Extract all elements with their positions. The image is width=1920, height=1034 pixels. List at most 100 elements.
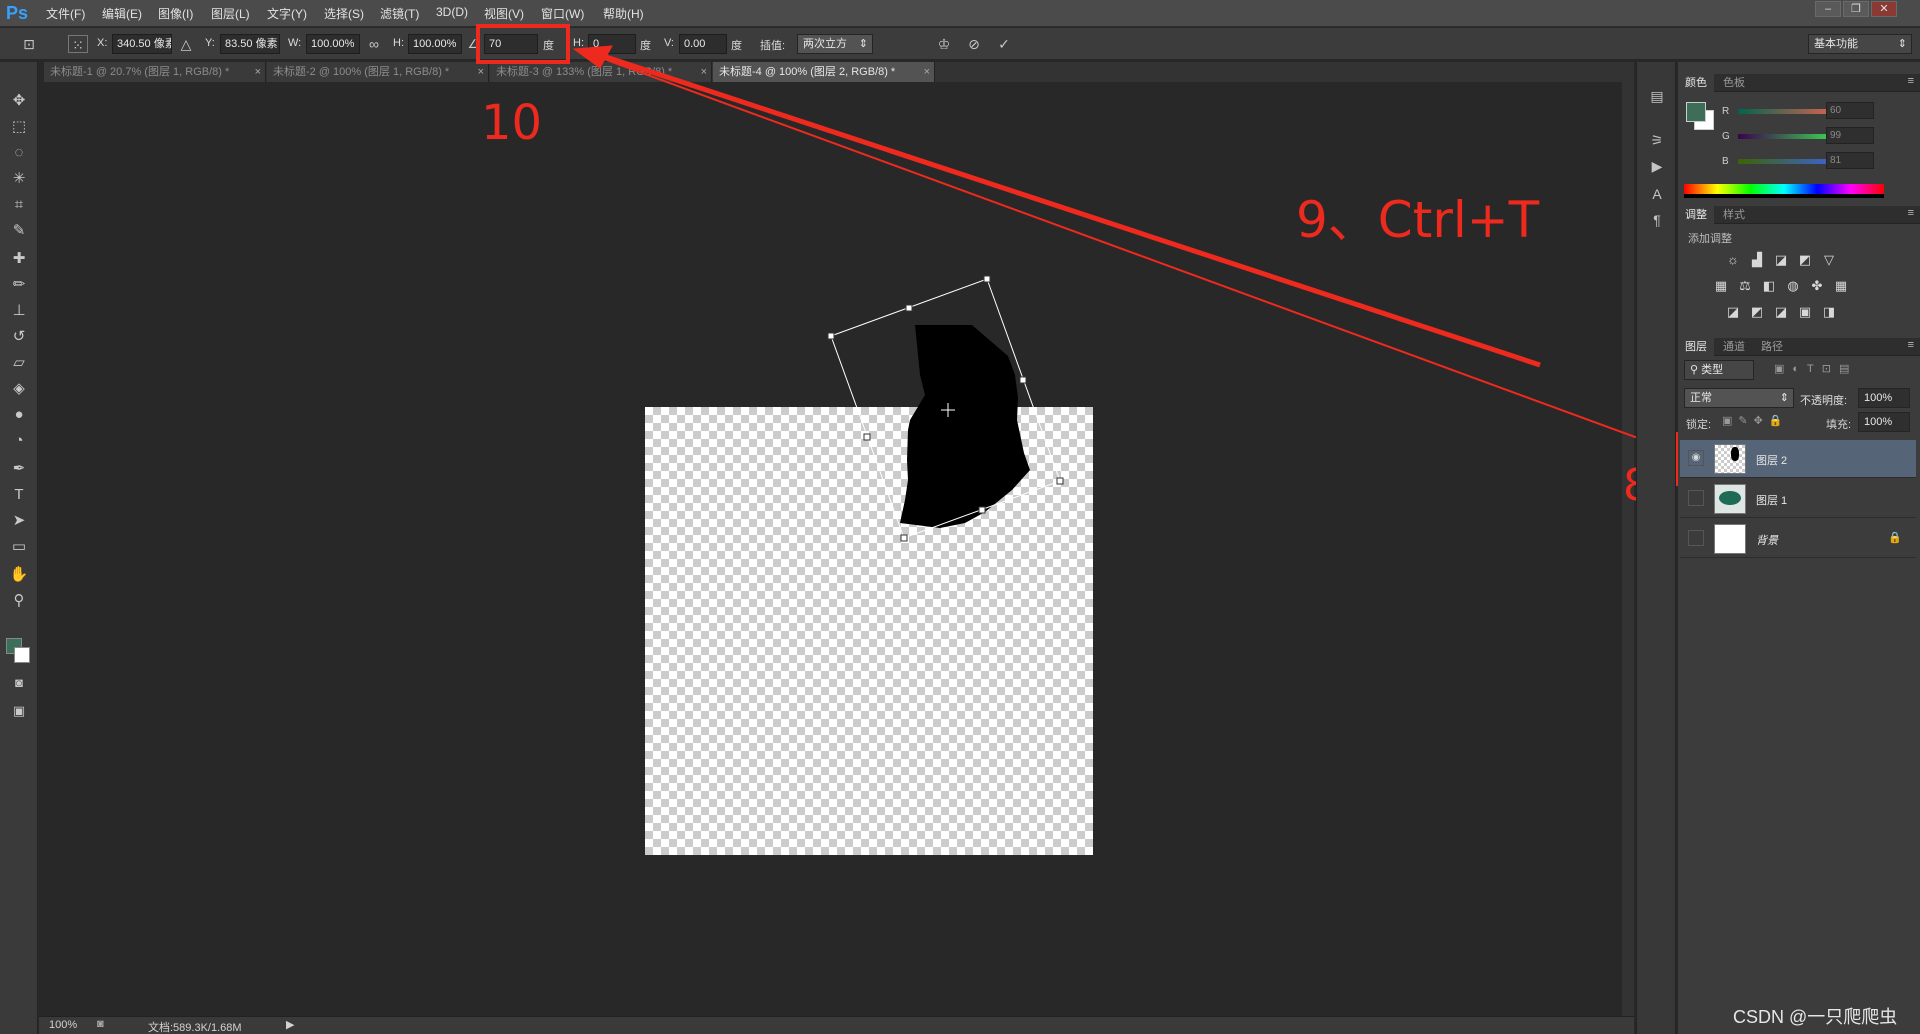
tab-document-2[interactable]: 未标题-2 @ 100% (图层 1, RGB/8) * × [267,62,489,82]
eraser-tool-icon[interactable]: ▱ [7,352,31,374]
exposure-icon[interactable]: ◩ [1796,252,1814,268]
menu-window[interactable]: 窗口(W) [541,5,584,22]
black-white-icon[interactable]: ◧ [1760,278,1778,294]
lasso-tool-icon[interactable]: ◌ [7,142,31,164]
interpolation-select[interactable]: 两次立方 ⇕ [797,34,873,54]
brush-presets-icon[interactable]: ⚞ [1647,130,1667,150]
height-field[interactable]: 100.00% [408,34,462,54]
hand-tool-icon[interactable]: ✋ [7,564,31,586]
tab-paths[interactable]: 路径 [1754,338,1790,356]
x-field[interactable]: 340.50 像素 [112,34,172,54]
close-button[interactable]: ✕ [1871,1,1897,17]
blur-tool-icon[interactable]: ● [7,404,31,426]
gradient-map-icon[interactable]: ◨ [1820,304,1838,320]
quick-mask-icon[interactable]: ◙ [7,672,31,694]
menu-3d[interactable]: 3D(D) [436,5,468,19]
color-panel-foreground[interactable] [1686,102,1706,122]
restore-button[interactable]: ❐ [1843,1,1869,17]
brush-tool-icon[interactable]: ✏ [7,274,31,296]
close-icon[interactable]: × [701,62,707,82]
layer-name[interactable]: 背景 [1756,532,1778,548]
tab-layers[interactable]: 图层 [1678,338,1714,356]
cancel-transform-icon[interactable]: ⊘ [965,35,983,53]
layer-row-layer1[interactable]: 图层 1 [1680,480,1916,518]
layer-name[interactable]: 图层 2 [1756,452,1787,468]
threshold-icon[interactable]: ◪ [1772,304,1790,320]
tool-preset-icon[interactable]: ⊡ [20,35,38,53]
path-selection-tool-icon[interactable]: ➤ [7,510,31,532]
menu-select[interactable]: 选择(S) [324,5,364,22]
crop-tool-icon[interactable]: ⌗ [7,194,31,216]
color-lookup-icon[interactable]: ▦ [1832,278,1850,294]
type-tool-icon[interactable]: T [7,484,31,506]
layer-filter-select[interactable]: ⚲ 类型 [1684,360,1754,380]
reference-point-icon[interactable]: ⁙ [68,35,88,53]
link-icon[interactable]: ∞ [365,35,383,53]
tab-document-4[interactable]: 未标题-4 @ 100% (图层 2, RGB/8) * × [713,62,935,82]
layer-filter-icons[interactable]: ▣◐T⊡▤ [1774,362,1857,375]
tab-swatches[interactable]: 色板 [1716,74,1752,92]
width-field[interactable]: 100.00% [306,34,360,54]
color-balance-icon[interactable]: ⚖ [1736,278,1754,294]
vskew-field[interactable]: 0.00 [679,34,727,54]
channel-mixer-icon[interactable]: ✤ [1808,278,1826,294]
panel-menu-icon[interactable]: ≡ [1908,75,1914,87]
close-icon[interactable]: × [478,62,484,82]
menu-layer[interactable]: 图层(L) [211,5,250,22]
paragraph-panel-icon[interactable]: ¶ [1647,210,1667,230]
move-tool-icon[interactable]: ✥ [7,90,31,112]
tab-document-3[interactable]: 未标题-3 @ 133% (图层 1, RGB/8) * × [490,62,712,82]
menu-type[interactable]: 文字(Y) [267,5,307,22]
shape-tool-icon[interactable]: ▭ [7,536,31,558]
layer-name[interactable]: 图层 1 [1756,492,1787,508]
magic-wand-tool-icon[interactable]: ✳ [7,168,31,190]
g-channel-value[interactable]: 99 [1826,127,1874,144]
history-brush-tool-icon[interactable]: ↺ [7,326,31,348]
menu-filter[interactable]: 滤镜(T) [380,5,419,22]
marquee-tool-icon[interactable]: ⬚ [7,116,31,138]
lock-icons[interactable]: ▣✎✥🔒 [1722,414,1789,427]
vibrance-icon[interactable]: ▽ [1820,252,1838,268]
layer-row-background[interactable]: 背景 🔒 [1680,520,1916,558]
stamp-tool-icon[interactable]: ⊥ [7,300,31,322]
eye-icon[interactable] [1688,530,1704,546]
character-panel-icon[interactable]: A [1647,184,1667,204]
menu-help[interactable]: 帮助(H) [603,5,644,22]
posterize-icon[interactable]: ◩ [1748,304,1766,320]
screen-mode-icon[interactable]: ▣ [7,700,31,722]
invert-icon[interactable]: ◪ [1724,304,1742,320]
opacity-field[interactable]: 100% [1858,388,1910,408]
paint-bucket-tool-icon[interactable]: ◈ [7,378,31,400]
actions-play-icon[interactable]: ▶ [1647,156,1667,176]
b-channel-value[interactable]: 81 [1826,152,1874,169]
tab-adjustments[interactable]: 调整 [1678,206,1714,224]
panel-menu-icon[interactable]: ≡ [1908,207,1914,219]
panel-menu-icon[interactable]: ≡ [1908,339,1914,351]
status-info-icon[interactable]: ◙ [97,1018,104,1030]
close-icon[interactable]: × [924,62,930,82]
menu-file[interactable]: 文件(F) [46,5,85,22]
selective-color-icon[interactable]: ▣ [1796,304,1814,320]
menu-view[interactable]: 视图(V) [484,5,524,22]
fill-field[interactable]: 100% [1858,412,1910,432]
levels-icon[interactable]: ▟ [1748,252,1766,268]
eyedropper-tool-icon[interactable]: ✎ [7,220,31,242]
vertical-scrollbar[interactable] [1622,82,1634,1016]
relative-position-icon[interactable]: △ [177,35,195,53]
menu-image[interactable]: 图像(I) [158,5,193,22]
dodge-tool-icon[interactable]: ◔ [7,430,31,452]
document-canvas[interactable] [645,407,1093,855]
hskew-field[interactable]: 0 [588,34,636,54]
tab-channels[interactable]: 通道 [1716,338,1752,356]
r-channel-value[interactable]: 60 [1826,102,1874,119]
tab-document-1[interactable]: 未标题-1 @ 20.7% (图层 1, RGB/8) * × [44,62,266,82]
photo-filter-icon[interactable]: ◍ [1784,278,1802,294]
tab-color[interactable]: 颜色 [1678,74,1714,92]
background-color-swatch[interactable] [14,647,30,663]
history-panel-icon[interactable]: ▤ [1647,86,1667,106]
hue-saturation-icon[interactable]: ▦ [1712,278,1730,294]
blend-mode-select[interactable]: 正常 ⇕ [1684,388,1794,408]
brightness-icon[interactable]: ☼ [1724,252,1742,268]
y-field[interactable]: 83.50 像素 [220,34,280,54]
menu-edit[interactable]: 编辑(E) [102,5,142,22]
